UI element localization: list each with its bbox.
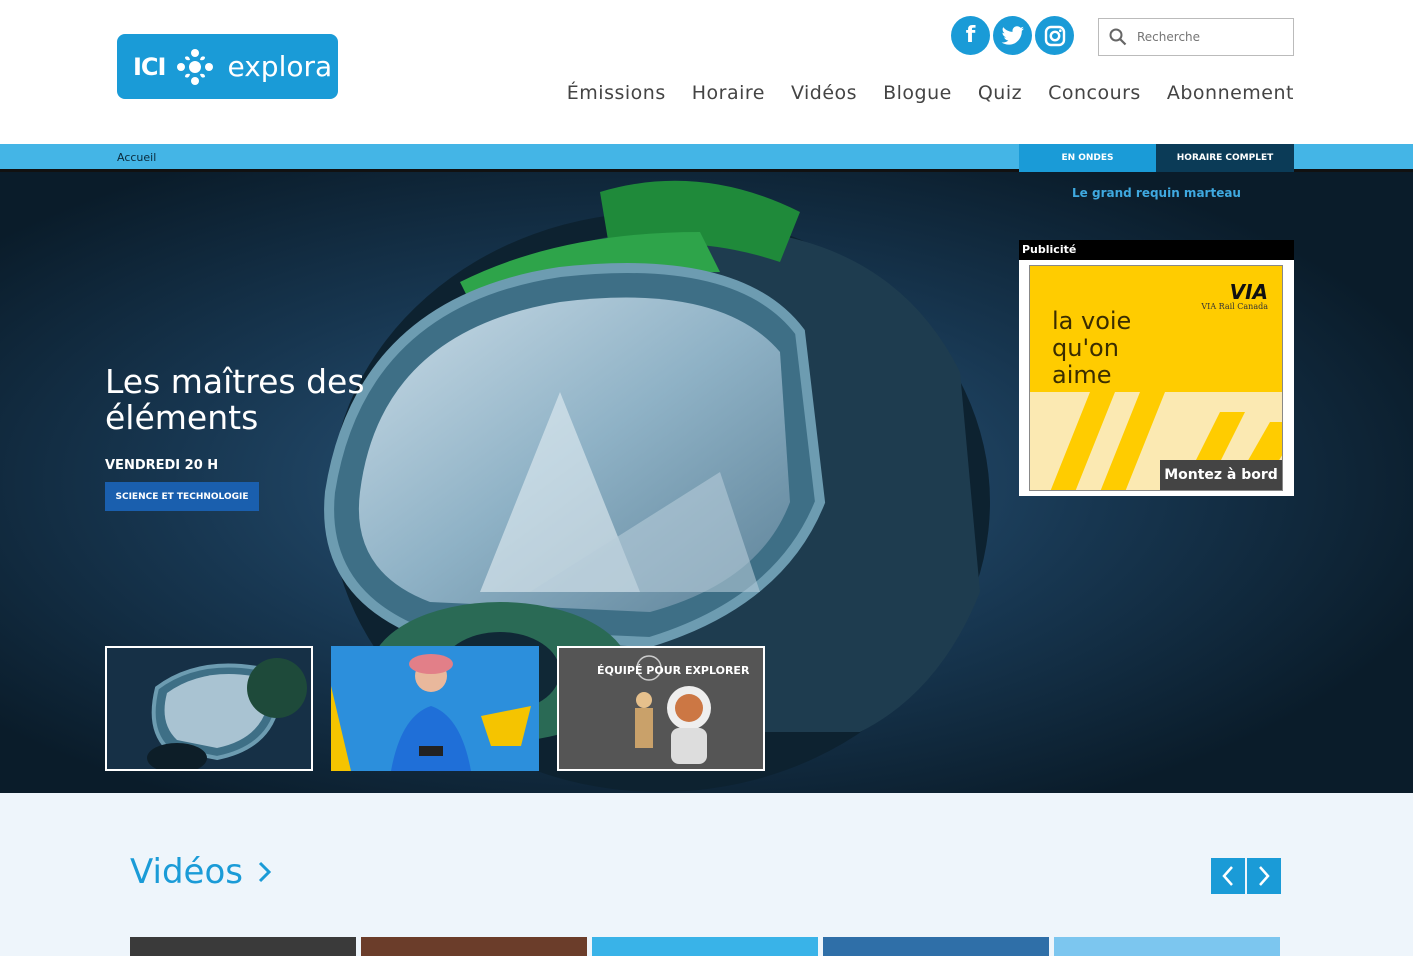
thumbnail-equipe-explorer[interactable]: ÉQUIPÉ POUR EXPLORER xyxy=(557,646,765,771)
logo-prefix: ICI xyxy=(133,52,166,81)
hero-title[interactable]: Les maîtres des éléments xyxy=(105,364,385,436)
video-card[interactable] xyxy=(823,937,1049,956)
videos-title-text: Vidéos xyxy=(130,852,243,892)
hero-category-tag[interactable]: SCIENCE ET TECHNOLOGIE xyxy=(105,482,259,511)
tab-horaire-complet[interactable]: HORAIRE COMPLET xyxy=(1156,144,1294,172)
carousel-arrows xyxy=(1211,858,1281,894)
hero-broadcast-time: VENDREDI 20 H xyxy=(105,458,219,473)
search-input[interactable] xyxy=(1137,30,1277,44)
nav-videos[interactable]: Vidéos xyxy=(791,82,857,104)
nav-emissions[interactable]: Émissions xyxy=(567,82,666,104)
social-links: f xyxy=(951,16,1074,55)
chevron-right-icon xyxy=(1259,866,1270,886)
hero-banner: Le grand requin marteau Les maîtres des … xyxy=(0,172,1413,793)
hero-thumbnails: ÉQUIPÉ POUR EXPLORER xyxy=(105,646,765,771)
ad-slogan: la voie qu'on aime xyxy=(1052,307,1132,389)
logo-brand-name: explora xyxy=(227,50,333,83)
nav-horaire[interactable]: Horaire xyxy=(692,82,765,104)
video-card[interactable] xyxy=(130,937,356,956)
video-card[interactable] xyxy=(361,937,587,956)
video-card[interactable] xyxy=(592,937,818,956)
nav-blogue[interactable]: Blogue xyxy=(883,82,952,104)
breadcrumb-home[interactable]: Accueil xyxy=(117,151,156,164)
ici-explora-logo[interactable]: ICI explora xyxy=(117,34,338,99)
carousel-prev-button[interactable] xyxy=(1211,858,1245,894)
advertisement[interactable]: Publicité VIA VIA Rail Canada la voie qu… xyxy=(1019,240,1294,496)
facebook-icon[interactable]: f xyxy=(951,16,990,55)
nav-abonnement[interactable]: Abonnement xyxy=(1167,82,1294,104)
thumbnail-label: ÉQUIPÉ POUR EXPLORER xyxy=(597,664,750,677)
videos-section-title[interactable]: Vidéos xyxy=(130,852,273,892)
video-card[interactable] xyxy=(1054,937,1280,956)
nav-concours[interactable]: Concours xyxy=(1048,82,1141,104)
ad-cta-button[interactable]: Montez à bord xyxy=(1160,460,1282,490)
twitter-icon[interactable] xyxy=(993,16,1032,55)
ad-label: Publicité xyxy=(1019,240,1294,260)
via-rail-logo: VIA xyxy=(1229,280,1268,304)
nav-quiz[interactable]: Quiz xyxy=(978,82,1022,104)
via-rail-sub: VIA Rail Canada xyxy=(1201,302,1268,311)
instagram-icon[interactable] xyxy=(1035,16,1074,55)
search-icon[interactable] xyxy=(1109,28,1127,46)
chevron-left-icon xyxy=(1222,866,1233,886)
via-rail-ad[interactable]: VIA VIA Rail Canada la voie qu'on aime M… xyxy=(1029,265,1283,491)
radio-canada-gem-icon xyxy=(177,48,214,85)
thumbnail-woman-image xyxy=(331,646,539,771)
video-carousel xyxy=(130,937,1280,956)
thumbnail-woman-phone[interactable] xyxy=(331,646,539,771)
carousel-next-button[interactable] xyxy=(1247,858,1281,894)
chevron-right-icon xyxy=(258,861,272,883)
tab-en-ondes[interactable]: EN ONDES xyxy=(1019,144,1156,178)
main-nav: Émissions Horaire Vidéos Blogue Quiz Con… xyxy=(567,82,1294,104)
site-header: ICI explora f Émissions Horaire Vidéos xyxy=(0,0,1413,144)
thumbnail-diver[interactable] xyxy=(105,646,313,771)
now-playing-title[interactable]: Le grand requin marteau xyxy=(1019,186,1294,200)
search-box xyxy=(1098,18,1294,56)
thumbnail-diver-image xyxy=(107,648,311,769)
